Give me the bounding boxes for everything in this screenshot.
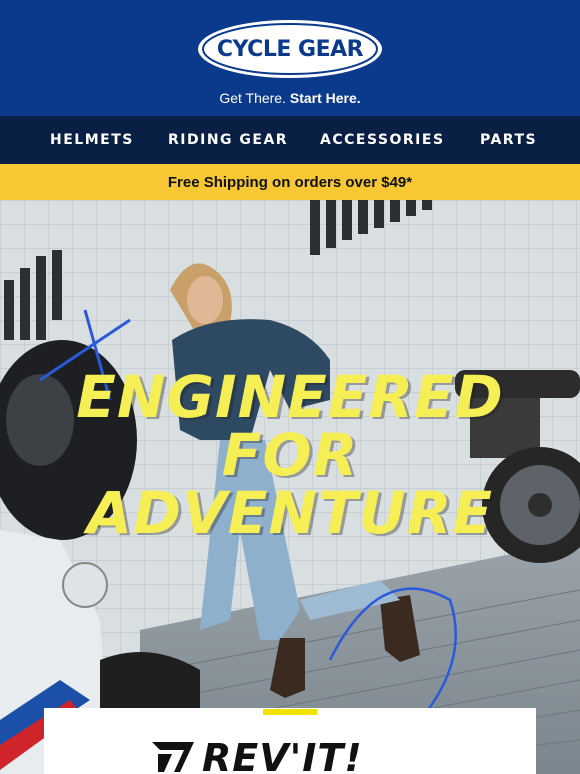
free-shipping-banner[interactable]: Free Shipping on orders over $49* (0, 164, 580, 200)
hero-banner[interactable]: ENGINEERED FOR ADVENTURE (0, 200, 580, 774)
headline-line-2: FOR (221, 421, 359, 489)
headline-line-1: ENGINEERED (76, 363, 504, 431)
email-page: CYCLE GEAR Get There. Start Here. HELMET… (0, 0, 580, 774)
tagline-regular: Get There. (219, 90, 286, 106)
tagline-bold: Start Here. (289, 90, 361, 106)
cycle-gear-logo[interactable]: CYCLE GEAR (196, 18, 384, 80)
hero-headline: ENGINEERED FOR ADVENTURE (0, 368, 580, 542)
nav-item-riding-gear[interactable]: RIDING GEAR (168, 132, 288, 148)
main-nav: HELMETS RIDING GEAR ACCESSORIES PARTS (0, 116, 580, 164)
nav-item-accessories[interactable]: ACCESSORIES (320, 132, 445, 148)
nav-item-helmets[interactable]: HELMETS (50, 132, 134, 148)
brand-name: REV'IT! (202, 736, 363, 774)
header: CYCLE GEAR Get There. Start Here. (0, 0, 580, 116)
revit-logo-mark-icon (152, 742, 194, 772)
nav-item-parts[interactable]: PARTS (480, 132, 537, 148)
tagline: Get There. Start Here. (0, 90, 580, 106)
logo-text: CYCLE GEAR (216, 36, 364, 62)
card-accent-bar (263, 709, 317, 715)
headline-line-3: ADVENTURE (86, 479, 494, 547)
